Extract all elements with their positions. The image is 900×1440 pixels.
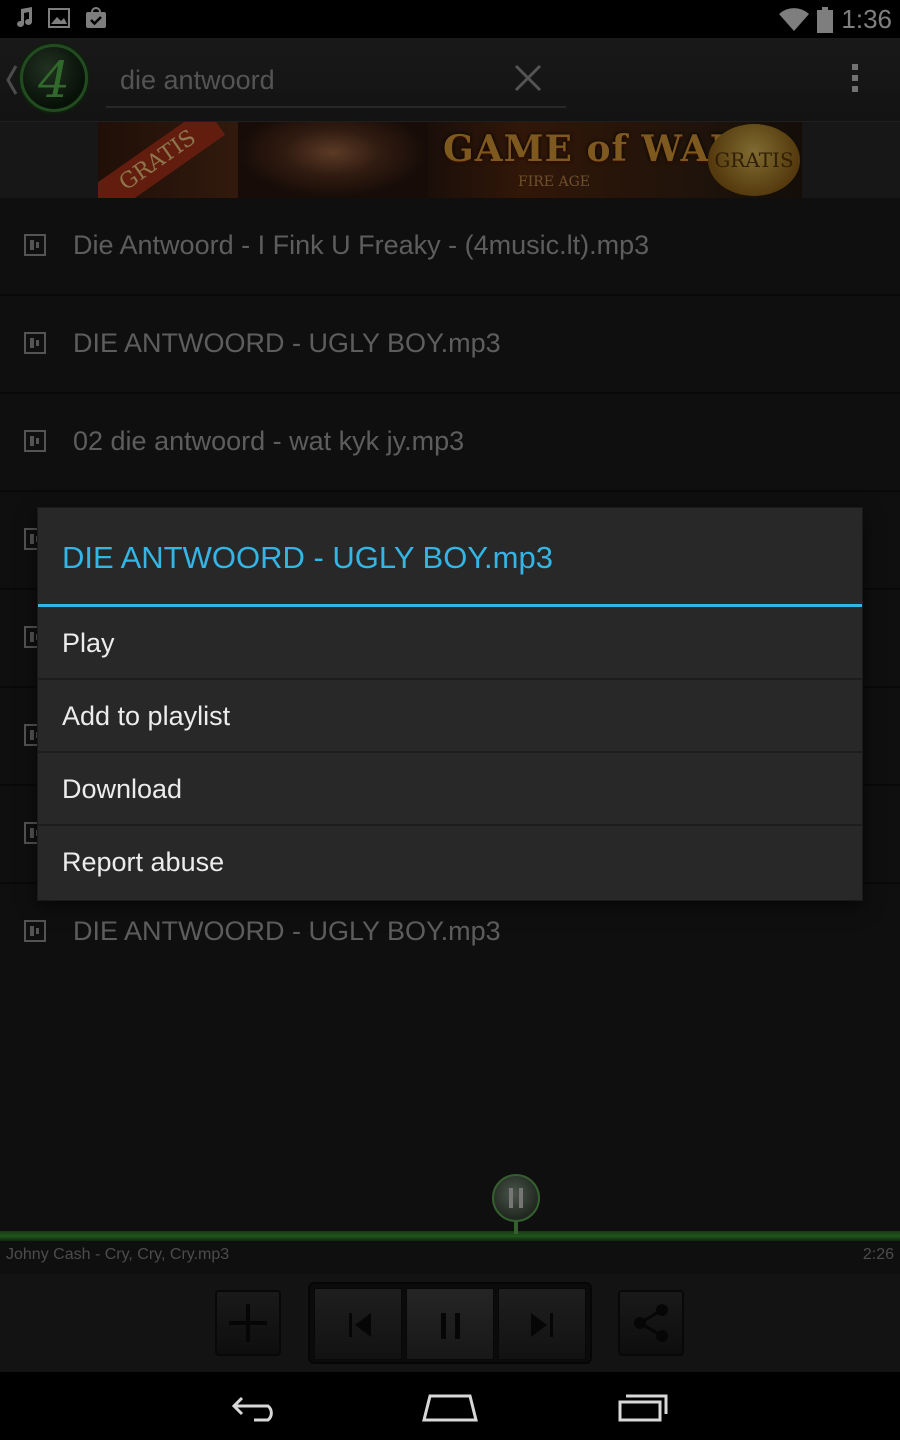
menu-item-play[interactable]: Play	[38, 607, 862, 680]
dialog-title: DIE ANTWOORD - UGLY BOY.mp3	[62, 540, 553, 575]
dialog-menu: Play Add to playlist Download Report abu…	[38, 607, 862, 899]
navigation-bar	[0, 1372, 900, 1440]
menu-item-label: Download	[62, 774, 183, 804]
context-dialog: DIE ANTWOORD - UGLY BOY.mp3 Play Add to …	[38, 508, 862, 900]
menu-item-add-to-playlist[interactable]: Add to playlist	[38, 680, 862, 753]
menu-item-report-abuse[interactable]: Report abuse	[38, 826, 862, 899]
menu-item-download[interactable]: Download	[38, 753, 862, 826]
menu-item-label: Add to playlist	[62, 701, 231, 731]
menu-item-label: Play	[62, 628, 115, 658]
recents-icon[interactable]	[614, 1386, 674, 1426]
back-icon[interactable]	[228, 1386, 288, 1426]
menu-item-label: Report abuse	[62, 847, 225, 877]
home-icon[interactable]	[420, 1386, 480, 1426]
